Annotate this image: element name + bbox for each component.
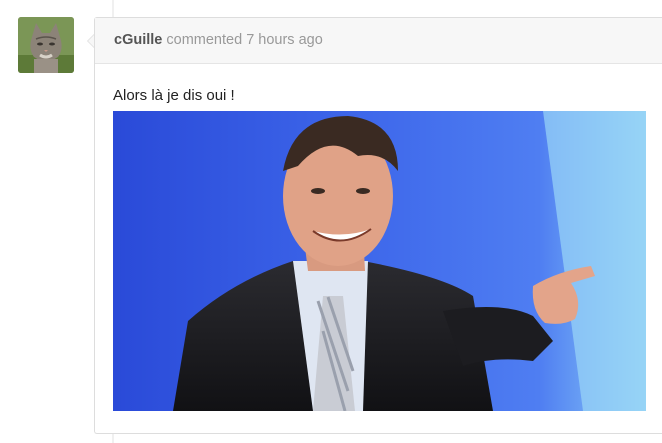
comment-text: Alors là je dis oui !: [113, 87, 235, 104]
comment-action: commented: [166, 32, 243, 48]
avatar[interactable]: [18, 17, 74, 73]
comment-body: Alors là je dis oui !: [95, 64, 662, 411]
cat-avatar-icon: [18, 17, 74, 73]
comment-image[interactable]: [113, 111, 646, 411]
comment-box: cGuille commented 7 hours ago Alors là j…: [94, 17, 662, 434]
comment-header: cGuille commented 7 hours ago: [95, 18, 662, 64]
author-link[interactable]: cGuille: [114, 32, 162, 48]
comment-timestamp[interactable]: 7 hours ago: [246, 32, 323, 48]
